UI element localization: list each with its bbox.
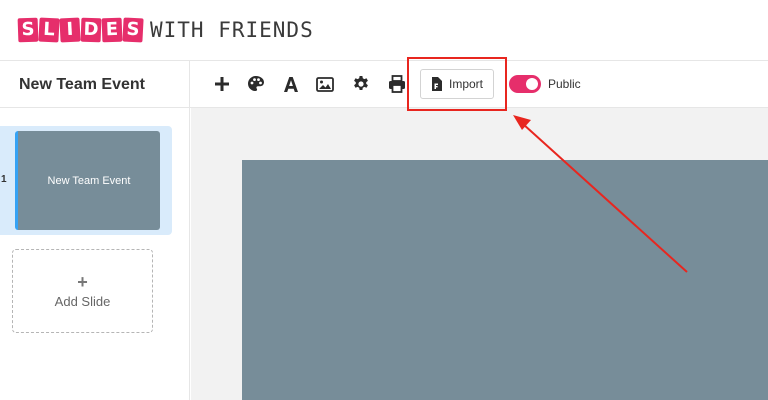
slide-sidebar: 1 New Team Event + Add Slide	[0, 108, 190, 400]
editor-canvas-area	[191, 108, 768, 400]
import-button-label: Import	[448, 77, 483, 91]
logo-letter: L	[38, 17, 60, 43]
logo-letter: S	[17, 17, 39, 43]
document-title[interactable]: New Team Event	[0, 61, 190, 108]
editor-toolbar: New Team Event Import Public	[0, 60, 768, 108]
plus-icon: +	[77, 271, 88, 292]
public-toggle-label: Public	[548, 77, 581, 91]
logo-letter: E	[101, 17, 123, 43]
public-toggle[interactable]	[509, 75, 541, 93]
settings-gear-icon[interactable]	[349, 72, 373, 96]
palette-icon[interactable]	[244, 72, 268, 96]
slide-thumbnail[interactable]: New Team Event	[15, 131, 160, 230]
logo-wordmark: WITH FRIENDS	[150, 18, 314, 42]
app-header: S L I D E S WITH FRIENDS	[0, 0, 768, 60]
slide-canvas[interactable]	[242, 160, 768, 400]
image-icon[interactable]	[313, 72, 337, 96]
slide-number: 1	[1, 174, 7, 185]
import-button[interactable]: Import	[420, 69, 494, 99]
slide-list-item[interactable]: 1 New Team Event	[0, 126, 172, 235]
slides-with-friends-logo[interactable]: S L I D E S WITH FRIENDS	[17, 16, 314, 44]
logo-letter: D	[80, 17, 102, 43]
print-icon[interactable]	[385, 72, 409, 96]
toggle-knob	[526, 78, 538, 90]
import-file-icon	[431, 77, 442, 91]
logo-letter: S	[122, 17, 144, 43]
slide-thumbnail-title: New Team Event	[47, 174, 131, 187]
add-icon[interactable]	[210, 72, 234, 96]
logo-letter: I	[59, 17, 81, 43]
add-slide-label: Add Slide	[54, 293, 111, 309]
text-icon[interactable]	[279, 72, 303, 96]
add-slide-button[interactable]: + Add Slide	[12, 249, 153, 333]
